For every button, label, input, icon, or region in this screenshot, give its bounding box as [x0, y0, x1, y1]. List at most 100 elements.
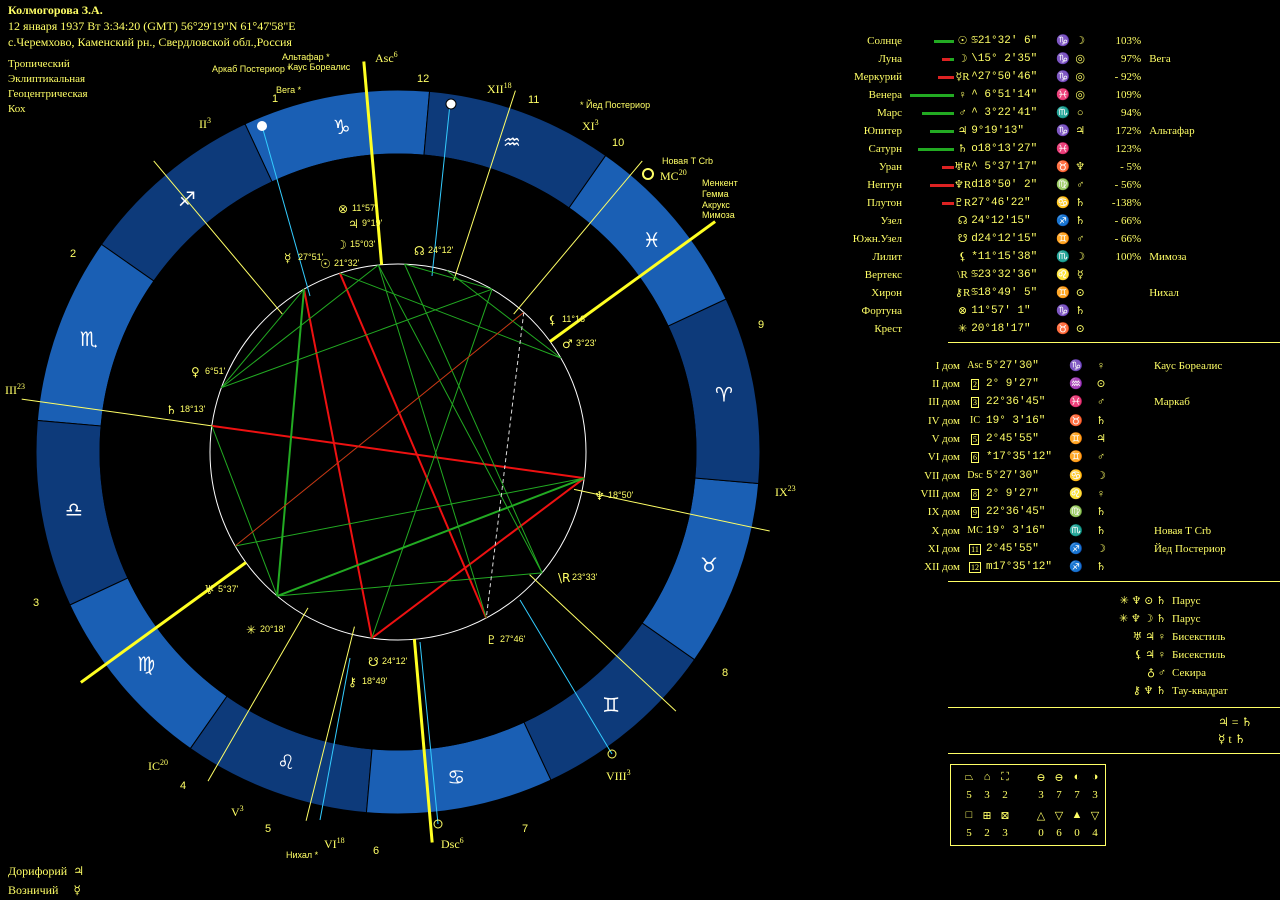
planet-name: Лилит: [872, 251, 902, 263]
house-row[interactable]: IX дом 9 22°36'45" ♍ ♄: [900, 503, 1264, 521]
planet-name: Хирон: [871, 287, 902, 299]
planet-row[interactable]: Фортуна ⊗ 11°57' 1" ♑ ♄: [840, 302, 1229, 320]
planet-row[interactable]: Сатурн ♄ o18°13'27" ♓ 123%: [840, 140, 1229, 158]
stat-value: 3: [1038, 789, 1044, 801]
aspect-line: [276, 289, 305, 597]
planet-percent: 172%: [1115, 125, 1142, 137]
stat-icon: ▽: [1054, 810, 1064, 822]
conjunct-star: [1116, 558, 1264, 576]
stat-icon: ⊖: [1036, 772, 1046, 784]
house-row[interactable]: IV дом IC 19° 3'16" ♉ ♄: [900, 411, 1264, 430]
house-name: II дом: [932, 378, 960, 390]
house-name: VI дом: [927, 451, 960, 463]
aspect-line: [211, 425, 278, 597]
house-row[interactable]: VII дом Dsc 5°27'30" ♋ ☽: [900, 466, 1264, 485]
planet-row[interactable]: Меркурий ☿R ^27°50'46" ♑ ◎ - 92%: [840, 68, 1229, 86]
house-row[interactable]: X дом MC 19° 3'16" ♏ ♄ Новая Т Сrb: [900, 521, 1264, 540]
house-table: I дом Asc 5°27'30" ♑ ♀ Каус Бореалис II дом 2 …: [900, 356, 1264, 576]
zodiac-sign-icon: ♎: [65, 497, 83, 521]
planet-name: Юпитер: [863, 125, 902, 137]
house-position: 5°27'30": [986, 359, 1039, 372]
planet-row[interactable]: Вертекс \R ♋23°32'36" ♌ ☿: [840, 266, 1229, 284]
stat-icon: ◑: [1091, 771, 1099, 783]
planet-row[interactable]: Марс ♂ ^ 3°22'41" ♏ ○ 94%: [840, 104, 1229, 122]
planet-row[interactable]: Венера ♀ ^ 6°51'14" ♓ ◎ 109%: [840, 86, 1229, 104]
planet-row[interactable]: Узел ☊ 24°12'15" ♐ ♄ - 66%: [840, 212, 1229, 230]
zodiac-sign-icon: ♏: [80, 327, 98, 351]
house-row[interactable]: I дом Asc 5°27'30" ♑ ♀ Каус Бореалис: [900, 356, 1264, 375]
natal-chart-wheel[interactable]: ♑♐♏♎♍♌♋♊♉♈♓♒Asc6XII18XI3MC20IX23VIII3Dsc…: [0, 0, 840, 900]
planet-glyph-icon: ☉: [957, 35, 968, 47]
aspect-line: [211, 424, 585, 480]
strength-bar: [910, 93, 954, 97]
planet-degree-label: 6°51': [205, 366, 226, 376]
ruler-glyph-icon: [1071, 140, 1089, 158]
house-symbol: 11: [964, 540, 986, 558]
house-symbol: 8: [964, 485, 986, 503]
stats-box: ⏢ ⌂ ⛶ ⊖ ⊖ ◐ ◑ 5 3 2 3 7 7 3 □ ⊞ ⊠ △ ▽ ▲ ▽ 5 2 3 0 6 0 4: [950, 764, 1106, 846]
house-symbol-label: 3: [971, 397, 979, 408]
planet-glyph-icon: ♂: [562, 337, 573, 351]
planet-row[interactable]: Крест ✳ 20°18'17" ♉ ⊙: [840, 320, 1229, 338]
planet-position: 11°57' 1": [971, 305, 1031, 317]
divider: [948, 342, 1280, 343]
planet-row[interactable]: Уран ♅R ^ 5°37'17" ♉ ♆ - 5%: [840, 158, 1229, 176]
house-row[interactable]: XI дом 11 2°45'55" ♐ ☽ Йед Постериор: [900, 540, 1264, 558]
planet-strength-bar: [906, 176, 954, 194]
sign-glyph-icon: ♊: [1056, 287, 1071, 299]
planet-percent: [1089, 284, 1149, 302]
conjunct-star: [1116, 503, 1264, 521]
ruler-glyph-icon: ♃: [1075, 125, 1086, 137]
stat-value: 3: [984, 789, 990, 801]
sign-glyph-icon: ♊: [1056, 233, 1071, 245]
planet-row[interactable]: Хирон ⚷R ♋18°49' 5" ♊ ⊙ Нихал: [840, 284, 1229, 302]
house-cusp-label: XII18: [487, 81, 512, 96]
house-row[interactable]: VI дом 6 *17°35'12" ♊ ♂: [900, 448, 1264, 466]
planet-row[interactable]: Нептун ♆R d18°50' 2" ♍ ♂ - 56%: [840, 176, 1229, 194]
strength-bar: [934, 39, 954, 43]
configuration-item[interactable]: ♁ ♂ Секира: [1096, 664, 1206, 682]
configuration-item[interactable]: ♅ ♃ ♀ Бисекстиль: [1096, 628, 1226, 646]
equalities: ♃ = ♄ ☿ t ♄: [1218, 714, 1252, 748]
sign-glyph-icon: ♌: [1069, 488, 1083, 500]
planet-percent: 103%: [1115, 35, 1142, 47]
aspect-line: [377, 264, 487, 619]
planet-row[interactable]: Лилит ⚸ *11°15'38" ♏ ☽ 100% Мимоза: [840, 248, 1229, 266]
planet-glyph-icon: ♃: [957, 125, 968, 137]
planet-row[interactable]: Солнце ☉ ♋21°32' 6" ♑ ☽ 103%: [840, 32, 1229, 50]
planet-row[interactable]: Плутон ♇R 27°46'22" ♋ ♄ -138%: [840, 194, 1229, 212]
conjunct-star: [1116, 375, 1264, 393]
conjunct-star: [1149, 32, 1229, 50]
planet-row[interactable]: Луна ☽ \15° 2'35" ♑ ◎ 97% Вега: [840, 50, 1229, 68]
fixed-star-label: * Йед Постериор: [580, 99, 650, 110]
aspect-line: [234, 311, 525, 547]
planet-percent: 123%: [1115, 143, 1142, 155]
planet-glyph-icon: ♆R: [954, 179, 972, 191]
planet-strength-bar: [906, 122, 954, 140]
house-position: m17°35'12": [986, 561, 1053, 573]
stat-value: 6: [1056, 827, 1062, 839]
house-row[interactable]: XII дом 12 m17°35'12" ♐ ♄: [900, 558, 1264, 576]
house-number: 10: [612, 137, 624, 149]
house-row[interactable]: V дом 5 2°45'55" ♊ ♃: [900, 430, 1264, 448]
stat-value: 7: [1074, 789, 1080, 801]
planet-strength-bar: [906, 86, 954, 104]
planet-percent: - 56%: [1114, 179, 1142, 191]
house-row[interactable]: III дом 3 22°36'45" ♓ ♂ Маркаб: [900, 393, 1264, 411]
planet-row[interactable]: Южн.Узел ☋ d24°12'15" ♊ ♂ - 66%: [840, 230, 1229, 248]
fixed-star-label: Альтафар *: [282, 52, 330, 62]
house-row[interactable]: II дом 2 2° 9'27" ♒ ⊙: [900, 375, 1264, 393]
house-row[interactable]: VIII дом 8 2° 9'27" ♌ ♀: [900, 485, 1264, 503]
planet-percent: 97%: [1121, 53, 1142, 65]
planet-row[interactable]: Юпитер ♃ 9°19'13" ♑ ♃ 172% Альтафар: [840, 122, 1229, 140]
configuration-item[interactable]: ✳ ♆ ☽ ♄ Парус: [1096, 610, 1201, 628]
house-name: VII дом: [924, 469, 960, 482]
conjunct-star: [1116, 485, 1264, 503]
fixed-star-label: Акрукс: [702, 200, 730, 210]
planet-strength-bar: [906, 266, 954, 284]
sign-glyph-icon: ♊: [1069, 433, 1083, 445]
configuration-item[interactable]: ⚸ ♃ ♀ Бисекстиль: [1096, 646, 1225, 664]
configuration-item[interactable]: ✳ ♆ ⊙ ♄ Парус: [1096, 592, 1201, 610]
configuration-item[interactable]: ⚷ ♆ ♄ Тау-квадрат: [1096, 682, 1228, 700]
house-cusp-label: II3: [199, 116, 211, 131]
